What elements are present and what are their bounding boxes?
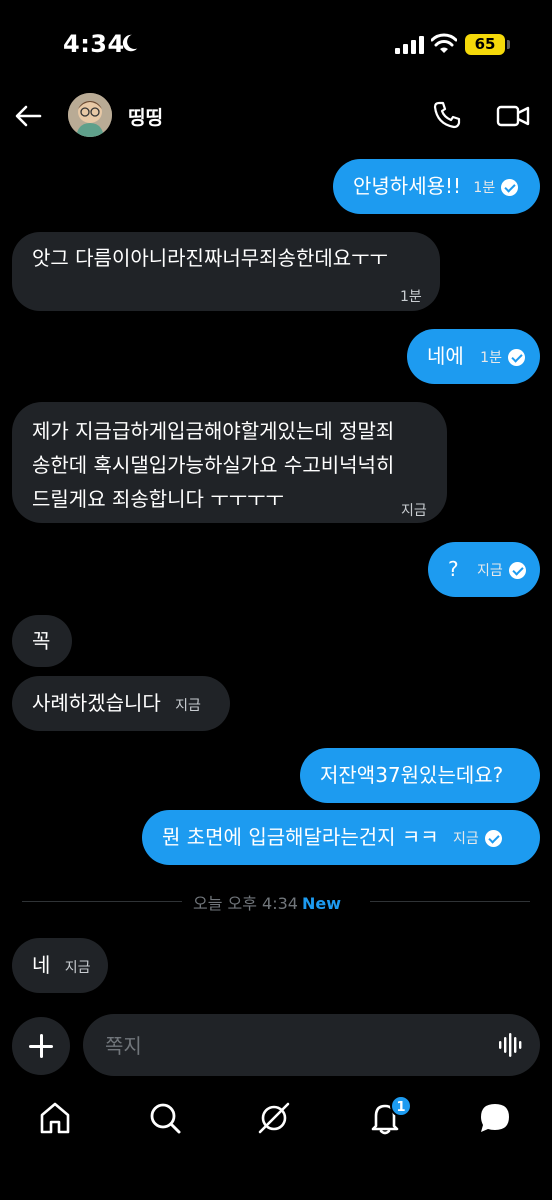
message-time: 지금 bbox=[476, 562, 503, 579]
message-time: 1분 bbox=[480, 349, 502, 366]
message-bubble-outgoing[interactable]: 저잔액37원있는데요? bbox=[300, 748, 540, 803]
message-input[interactable]: 쪽지 bbox=[83, 1014, 540, 1076]
message-input-placeholder: 쪽지 bbox=[105, 1034, 142, 1058]
home-icon[interactable] bbox=[37, 1100, 73, 1136]
notifications-badge: 1 bbox=[390, 1095, 412, 1117]
message-text: 꼭 bbox=[32, 629, 51, 653]
message-time: 1분 bbox=[400, 289, 422, 305]
message-text: 사례하겠습니다 bbox=[32, 691, 161, 715]
bottom-navigation: 1 bbox=[0, 1095, 552, 1146]
message-bubble-incoming[interactable]: 앗그 다름이아니라진짜너무죄송한데요ㅜㅜ 1분 bbox=[12, 232, 440, 311]
message-text: ? bbox=[448, 557, 459, 581]
avatar-image bbox=[68, 93, 112, 137]
divider-text: 오늘 오후 4:34 New bbox=[193, 890, 341, 914]
read-check-icon bbox=[484, 830, 502, 847]
search-icon[interactable] bbox=[147, 1100, 183, 1136]
voice-waveform-icon[interactable] bbox=[498, 1032, 524, 1058]
avatar[interactable] bbox=[68, 93, 112, 137]
message-meta: 지금 bbox=[477, 555, 526, 587]
message-bubble-incoming[interactable]: 제가 지금급하게입금해야할게있는데 정말죄 송한데 혹시댈입가능하실가요 수고비… bbox=[12, 402, 447, 523]
message-time: 1분 bbox=[473, 179, 496, 196]
message-bubble-outgoing[interactable]: ? 지금 bbox=[428, 542, 540, 597]
divider-line bbox=[370, 901, 530, 902]
wifi-icon bbox=[431, 33, 457, 53]
date-divider: 오늘 오후 4:34 New bbox=[0, 888, 552, 914]
status-time: 4:34 bbox=[63, 30, 125, 58]
message-time: 지금 bbox=[64, 960, 91, 976]
message-bubble-incoming[interactable]: 사례하겠습니다 지금 bbox=[12, 676, 230, 731]
messages-icon[interactable] bbox=[477, 1100, 513, 1136]
message-text: 뭔 초면에 입금해달라는건지 ㅋㅋ bbox=[162, 825, 439, 849]
divider-line bbox=[22, 901, 182, 902]
message-text: 앗그 다름이아니라진짜너무죄송한데요ㅜㅜ bbox=[32, 246, 388, 270]
message-time: 지금 bbox=[175, 698, 201, 714]
message-text: 네 bbox=[32, 953, 51, 977]
conversation-header: 띵띵 bbox=[0, 90, 552, 146]
cellular-signal-icon bbox=[395, 36, 424, 54]
message-bubble-outgoing[interactable]: 뭔 초면에 입금해달라는건지 ㅋㅋ 지금 bbox=[142, 810, 540, 865]
phone-call-icon[interactable] bbox=[432, 100, 462, 130]
message-bubble-outgoing[interactable]: 안녕하세용!! 1분 bbox=[333, 159, 540, 214]
moon-icon bbox=[122, 34, 138, 52]
grok-icon[interactable] bbox=[256, 1100, 292, 1136]
message-composer: 쪽지 bbox=[0, 1014, 552, 1076]
video-call-icon[interactable] bbox=[496, 102, 530, 130]
add-media-button[interactable] bbox=[12, 1017, 70, 1075]
read-check-icon bbox=[507, 349, 525, 366]
message-meta: 1분 bbox=[480, 342, 525, 374]
message-time: 지금 bbox=[453, 830, 479, 847]
battery-tip bbox=[507, 40, 510, 49]
message-bubble-outgoing[interactable]: 네에 1분 bbox=[407, 329, 540, 384]
read-check-icon bbox=[508, 562, 526, 579]
message-line: 송한데 혹시댈입가능하실가요 수고비넉넉히 bbox=[32, 453, 395, 477]
contact-name[interactable]: 띵띵 bbox=[128, 103, 163, 130]
read-check-icon bbox=[501, 179, 519, 196]
status-bar: 4:34 65 bbox=[0, 0, 552, 90]
message-line: 제가 지금급하게입금해야할게있는데 정말죄 bbox=[32, 419, 395, 443]
message-bubble-incoming[interactable]: 꼭 bbox=[12, 615, 72, 667]
message-time: 지금 bbox=[401, 503, 427, 519]
new-label: New bbox=[301, 894, 342, 913]
divider-date: 오늘 오후 4:34 bbox=[193, 894, 298, 913]
message-meta: 1분 bbox=[473, 172, 519, 204]
message-text: 저잔액37원있는데요? bbox=[320, 763, 504, 787]
message-bubble-incoming[interactable]: 네 지금 bbox=[12, 938, 108, 993]
message-meta: 지금 bbox=[453, 823, 502, 855]
battery-level: 65 bbox=[465, 34, 505, 55]
message-line: 드릴게요 죄송합니다 ㅜㅜㅜㅜ bbox=[32, 487, 284, 511]
message-text: 안녕하세용!! bbox=[353, 174, 462, 198]
back-arrow-icon[interactable] bbox=[12, 100, 44, 132]
message-text: 네에 bbox=[427, 344, 464, 368]
